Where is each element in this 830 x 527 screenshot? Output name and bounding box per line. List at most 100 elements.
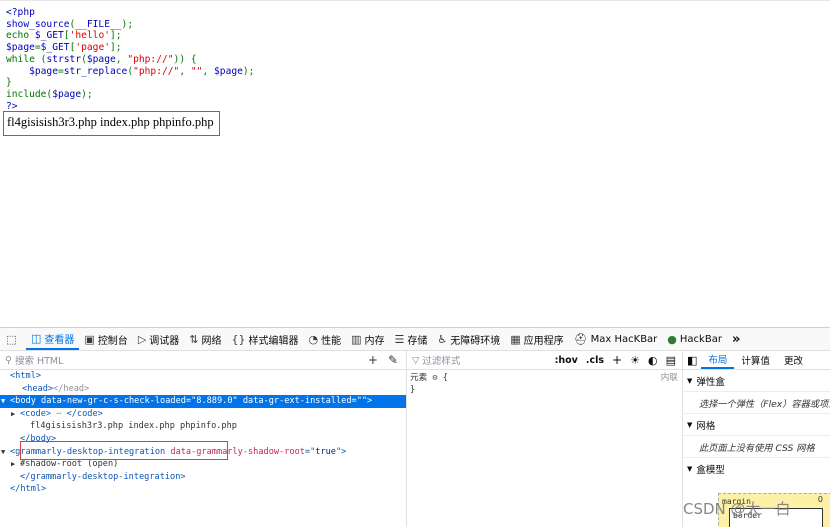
source-token: ); xyxy=(81,88,93,100)
expand-arrow-icon[interactable]: ▼ xyxy=(1,395,5,408)
box-model-section-header[interactable]: ▼ 盒模型 xyxy=(683,458,830,479)
memory-icon: ▥ xyxy=(351,332,362,346)
markup-node[interactable]: ▶ <code> ⋯ </code> xyxy=(0,408,406,421)
source-line: $page=$_GET['page']; xyxy=(6,42,254,54)
source-token: , xyxy=(179,65,191,77)
include-output-box: fl4gisisish3r3.php index.php phpinfo.php xyxy=(3,111,220,136)
markup-token: data-new-gr-c-s-check-loaded xyxy=(41,396,186,407)
cls-toggle[interactable]: .cls xyxy=(586,355,604,366)
markup-node[interactable]: </html> xyxy=(0,483,406,496)
source-token: $_GET xyxy=(40,42,70,54)
inspector-pane: ⚲ 搜索 HTML + ✎ <html> <head></head> ▼ <body … xyxy=(0,351,407,527)
grid-section-desc: 此页面上没有使用 CSS 网格 xyxy=(683,436,830,458)
source-line: <?php xyxy=(6,7,254,19)
element-rule: 元素 ⚙ { 内联 xyxy=(410,372,678,384)
styles-filter-input[interactable]: 过滤样式 xyxy=(422,353,460,367)
tab-application[interactable]: ▦ 应用程序 xyxy=(505,328,568,350)
print-media-icon[interactable]: ▤ xyxy=(666,354,676,367)
tab-label: 调试器 xyxy=(149,335,180,347)
tab-console[interactable]: ▣ 控制台 xyxy=(79,328,132,350)
light-theme-icon[interactable]: ☀ xyxy=(630,354,640,367)
eyedropper-icon[interactable]: ✎ xyxy=(388,353,398,367)
source-token: )) { xyxy=(173,53,197,65)
markup-token: <head> xyxy=(22,383,54,394)
tab-label: 内存 xyxy=(364,335,385,347)
page-top-border xyxy=(0,0,830,1)
hackbar-icon: ● xyxy=(667,332,677,346)
gear-icon[interactable]: ⚙ xyxy=(432,373,437,383)
tab-maxhackbar[interactable]: ⛑ Max HacKBar xyxy=(569,328,663,350)
tab-inspector[interactable]: ◫ 查看器 xyxy=(26,328,80,350)
chevron-down-icon: ▼ xyxy=(687,420,693,429)
tab-memory[interactable]: ▥ 内存 xyxy=(346,328,389,350)
markup-token: <code> xyxy=(20,408,52,419)
tab-layout[interactable]: 布局 xyxy=(701,351,735,369)
element-picker-icon: ⬚ xyxy=(6,332,17,346)
source-token: str_replace xyxy=(63,65,128,77)
rules-pane: ▽ 过滤样式 :hov .cls + ☀ ◐ ▤ 元素 ⚙ { 内联 } xyxy=(406,351,683,527)
rule-list: 元素 ⚙ { 内联 } xyxy=(406,370,682,398)
devtools-tabs: ◫ 查看器 ▣ 控制台 ▷ 调试器 ⇅ 网络{} 样式编辑器 ◔ 性能 ▥ 内存 ☰ 存储 ♿ 无障碍环境 ▦ 应用… xyxy=(26,328,727,350)
collapse-arrow-icon[interactable]: ▶ xyxy=(11,458,15,471)
box-model-margin-value: 0 xyxy=(817,495,823,504)
grid-section-header[interactable]: ▼ 网格 xyxy=(683,414,830,436)
accessibility-icon: ♿ xyxy=(437,332,448,346)
tab-label: 应用程序 xyxy=(523,335,564,347)
source-token: ?> xyxy=(6,100,18,112)
html-search-bar[interactable]: ⚲ 搜索 HTML + ✎ xyxy=(0,351,406,370)
add-rule-icon[interactable]: + xyxy=(612,353,622,367)
style-editor-icon: {} xyxy=(231,332,246,346)
markup-node[interactable]: ▶ #shadow-root (open) xyxy=(0,458,406,471)
dark-theme-icon[interactable]: ◐ xyxy=(648,354,658,367)
source-line: show_source(__FILE__); xyxy=(6,19,254,31)
hov-toggle[interactable]: :hov xyxy=(555,355,578,366)
tab-label: 查看器 xyxy=(44,334,75,346)
tab-style-editor[interactable]: {} 样式编辑器 xyxy=(227,328,304,350)
tab-accessibility[interactable]: ♿ 无障碍环境 xyxy=(432,328,505,350)
tab-debugger[interactable]: ▷ 调试器 xyxy=(133,328,184,350)
source-token: __FILE__ xyxy=(75,18,122,30)
tab-performance[interactable]: ◔ 性能 xyxy=(304,328,347,350)
toggle-sidebar-icon[interactable]: ◧ xyxy=(683,354,701,367)
markup-node[interactable]: ▼ <body data-new-gr-c-s-check-loaded="8.8… xyxy=(0,395,406,408)
chevron-down-icon: ▼ xyxy=(687,464,693,473)
tab-computed[interactable]: 计算值 xyxy=(734,351,777,369)
expand-arrow-icon[interactable]: ▼ xyxy=(1,446,5,459)
markup-token: 8.889.0 xyxy=(196,396,233,407)
source-token: strstr xyxy=(46,53,82,65)
collapse-arrow-icon[interactable]: ▶ xyxy=(11,408,15,421)
flexbox-section-title: 弹性盒 xyxy=(696,376,725,388)
markup-token: ⋯ xyxy=(51,408,67,419)
tab-network[interactable]: ⇅ 网络 xyxy=(184,328,226,350)
html-search-input[interactable]: 搜索 HTML xyxy=(15,353,63,367)
source-token: $page xyxy=(214,65,243,77)
tab-storage[interactable]: ☰ 存储 xyxy=(390,328,433,350)
markup-token: <html> xyxy=(10,371,42,381)
tab-label: Max HacKBar xyxy=(590,333,658,345)
markup-node[interactable]: <html> xyxy=(0,370,406,383)
flexbox-section-header[interactable]: ▼ 弹性盒 xyxy=(683,370,830,392)
source-line: echo $_GET['hello']; xyxy=(6,30,254,42)
markup-node[interactable]: </grammarly-desktop-integration> xyxy=(0,471,406,484)
source-token: 'hello' xyxy=(69,30,110,42)
tab-label: 样式编辑器 xyxy=(248,335,299,347)
markup-tree: <html> <head></head> ▼ <body data-new-gr-c-… xyxy=(0,370,406,496)
csdn-watermark: CSDN @大一白 xyxy=(683,500,791,518)
source-token: } xyxy=(6,77,12,89)
markup-node[interactable]: fl4gisisish3r3.php index.php phpinfo.php xyxy=(0,420,406,433)
source-token: , xyxy=(115,53,128,65)
tab-changes[interactable]: 更改 xyxy=(777,351,810,369)
source-token: $page xyxy=(52,88,82,100)
rule-brace-open: { xyxy=(442,373,448,383)
inspector-icon: ◫ xyxy=(31,331,42,345)
markup-token: =" xyxy=(304,446,316,457)
add-node-icon[interactable]: + xyxy=(368,353,378,367)
devtools-panel: ⬚ ◫ 查看器 ▣ 控制台 ▷ 调试器 ⇅ 网络{} 样式编辑器 ◔ 性能 ▥ 内存 ☰ 存储 ♿ 无障碍环境 ▦… xyxy=(0,327,830,527)
element-picker-button[interactable]: ⬚ xyxy=(0,328,26,350)
source-token: $page xyxy=(29,65,58,77)
tab-hackbar[interactable]: ● HackBar xyxy=(662,328,727,350)
markup-token: </code> xyxy=(66,408,103,419)
more-tools-button[interactable]: » xyxy=(727,328,745,350)
markup-node[interactable]: <head></head> xyxy=(0,383,406,396)
tab-label: 无障碍环境 xyxy=(450,335,501,347)
